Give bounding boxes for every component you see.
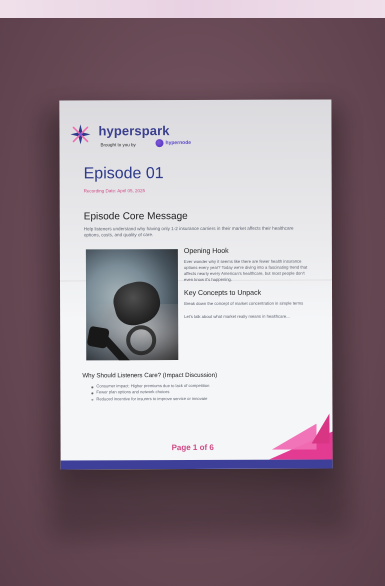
episode-title: Episode 01 — [83, 165, 164, 183]
list-item: Reduced incentive for insurers to improv… — [91, 395, 271, 402]
core-message-heading: Episode Core Message — [83, 211, 188, 223]
document-photo-scene: hyperspark Brought to you by hypernode E… — [0, 0, 385, 586]
microphone-head — [109, 277, 165, 330]
corner-accent — [252, 414, 332, 460]
brand-tagline: Brought to you by — [100, 142, 136, 148]
why-care-heading: Why Should Listeners Care? (Impact Discu… — [82, 371, 218, 380]
page-indicator: Page 1 of 6 — [171, 442, 214, 453]
impact-bullet-list: Consumer impact: Higher premiums due to … — [91, 383, 271, 403]
footer-bar — [60, 459, 333, 470]
printed-page: hyperspark Brought to you by hypernode E… — [59, 99, 333, 470]
opening-hook-text: Ever wonder why it seems like there are … — [183, 258, 308, 283]
key-concepts-text-1: Break down the concept of market concent… — [184, 301, 304, 307]
top-glare-strip — [0, 0, 385, 18]
hyperspark-logo-icon — [70, 124, 91, 145]
sponsor-logo-icon — [155, 139, 164, 148]
opening-hook-heading: Opening Hook — [183, 247, 229, 256]
brand-header: hyperspark Brought to you by hypernode — [67, 120, 247, 151]
microphone-coil — [126, 325, 157, 356]
content-sidebar: Opening Hook Ever wonder why it seems li… — [184, 248, 308, 328]
accent-shape-2 — [271, 424, 316, 450]
recording-date: Recording Date: April 05, 2025 — [83, 188, 145, 194]
core-message-text: Help listeners understand why having onl… — [83, 225, 294, 238]
key-concepts-heading: Key Concepts to Unpack — [184, 290, 262, 298]
sponsor-logo: hypernode — [155, 139, 207, 149]
sponsor-name: hypernode — [165, 140, 192, 147]
brand-name: hyperspark — [98, 123, 170, 139]
microphone-photo — [85, 249, 179, 361]
microphone-base — [86, 325, 110, 349]
key-concepts-text-2: Let's talk about what market really mean… — [184, 314, 290, 320]
